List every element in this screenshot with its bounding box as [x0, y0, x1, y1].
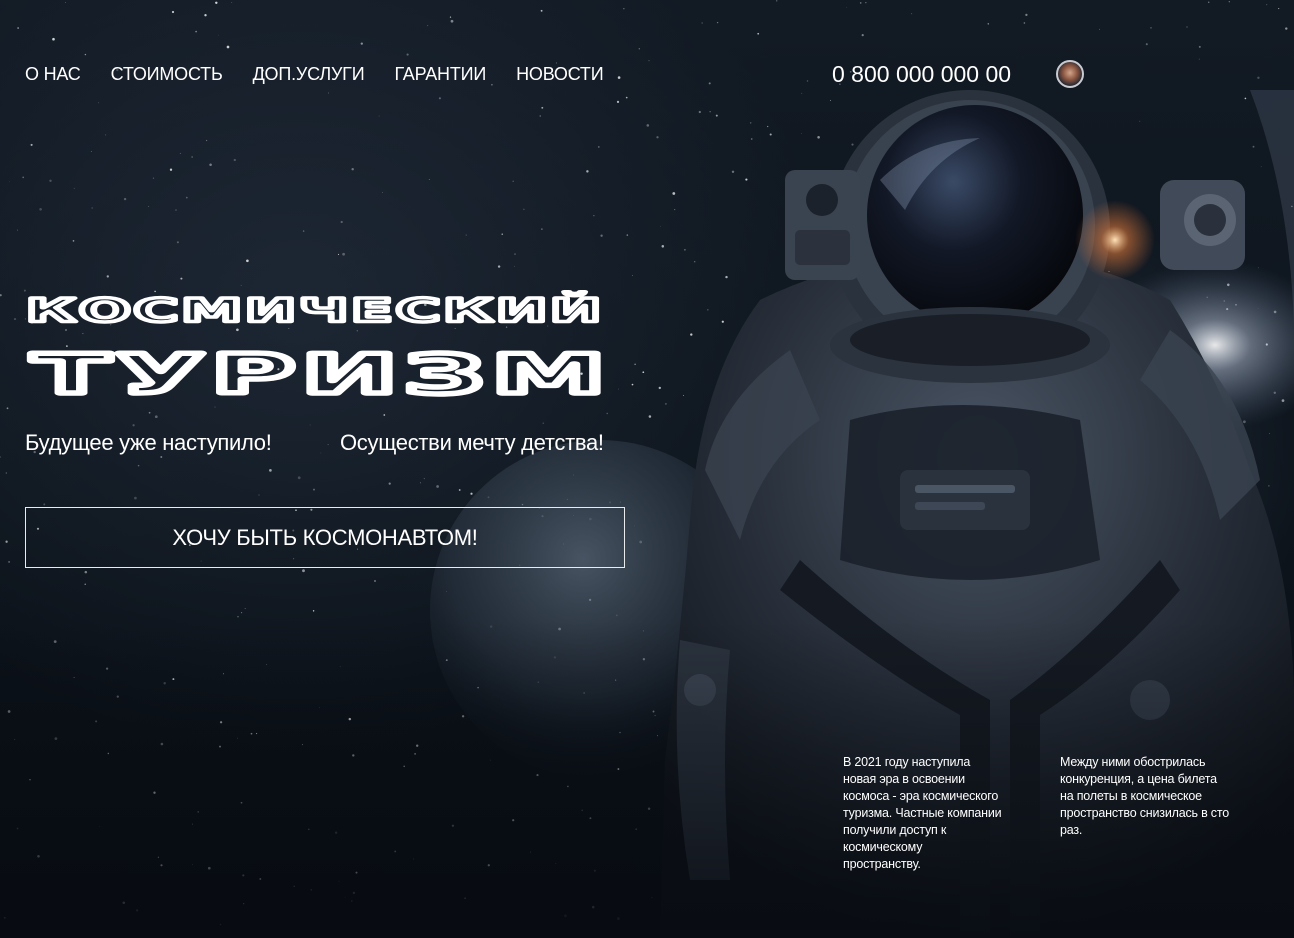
main-navigation: О НАС СТОИМОСТЬ ДОП.УСЛУГИ ГАРАНТИИ НОВО…	[25, 64, 633, 84]
hero-title-line-1: КОСМИЧЕСКИЙ	[26, 291, 604, 330]
hero-section: О НАС СТОИМОСТЬ ДОП.УСЛУГИ ГАРАНТИИ НОВО…	[0, 0, 1294, 938]
nav-link-news[interactable]: НОВОСТИ	[516, 64, 604, 84]
info-text-new-era: В 2021 году наступила новая эра в освоен…	[843, 755, 1002, 871]
tagline-future: Будущее уже наступило!	[25, 430, 272, 455]
tagline-dream: Осуществи мечту детства!	[340, 430, 604, 455]
nav-link-about[interactable]: О НАС	[25, 64, 81, 84]
user-avatar-icon[interactable]	[1056, 60, 1084, 88]
nav-link-guarantees[interactable]: ГАРАНТИИ	[394, 64, 486, 84]
hero-title: КОСМИЧЕСКИЙ ТУРИЗМ	[24, 289, 612, 409]
phone-number[interactable]: 0 800 000 000 00	[832, 61, 1011, 87]
hero-title-line-2: ТУРИЗМ	[32, 342, 612, 405]
become-astronaut-button[interactable]: ХОЧУ БЫТЬ КОСМОНАВТОМ!	[25, 507, 625, 568]
info-text-competition: Между ними обострилась конкуренция, а це…	[1060, 755, 1229, 837]
nav-link-extra-services[interactable]: ДОП.УСЛУГИ	[253, 64, 365, 84]
nav-link-pricing[interactable]: СТОИМОСТЬ	[111, 64, 223, 84]
